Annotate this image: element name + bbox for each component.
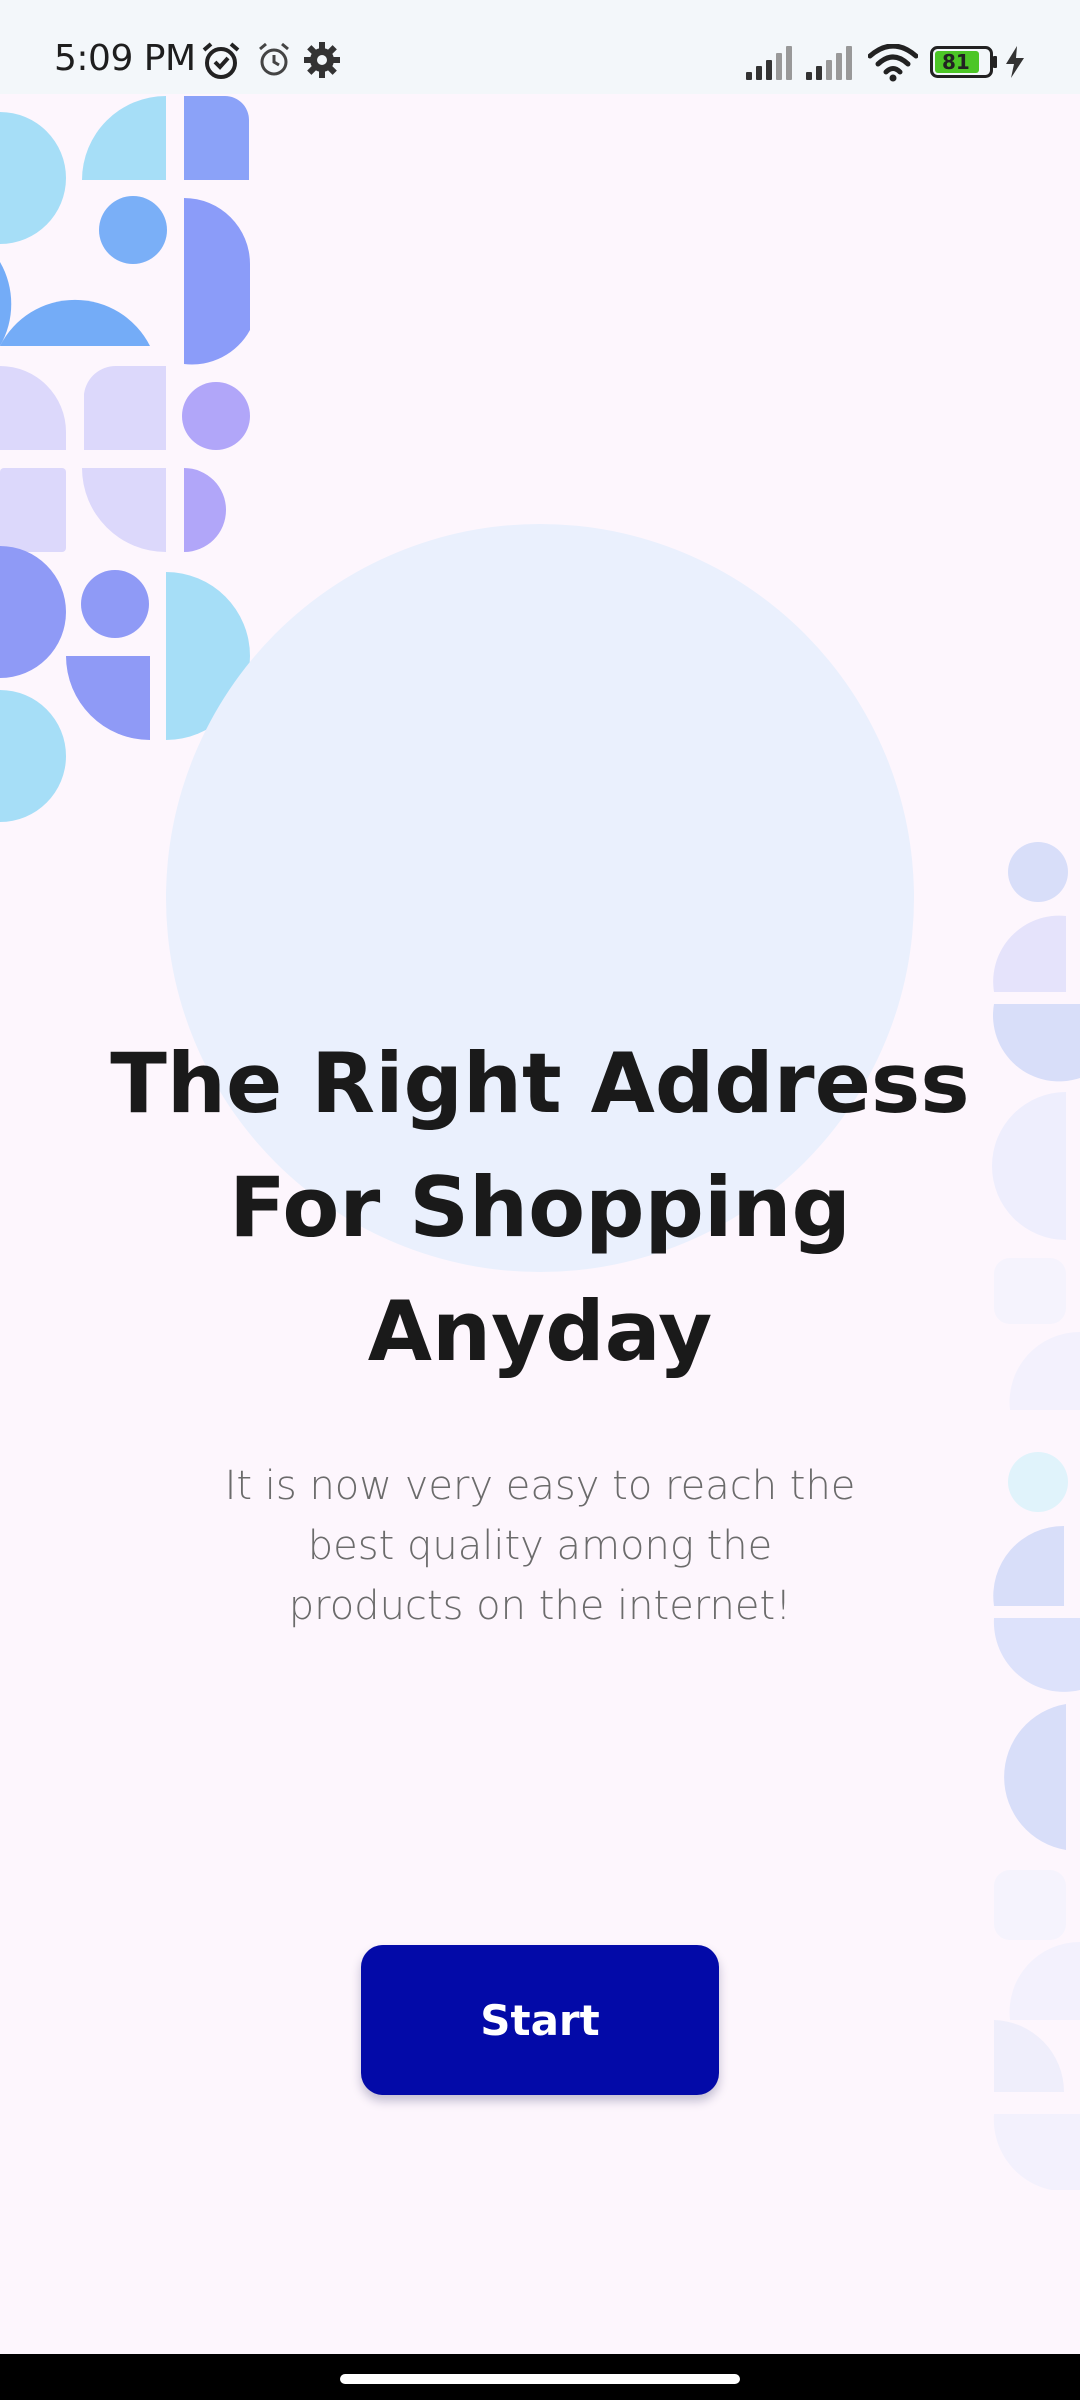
signal-icon — [806, 46, 852, 80]
headline-line-1: The Right Address — [110, 1035, 970, 1132]
alarm-icon — [259, 42, 289, 76]
wifi-icon — [868, 44, 918, 82]
headline-line-3: Anyday — [367, 1283, 713, 1380]
subtitle: It is now very easy to reach the best qu… — [190, 1456, 890, 1636]
signal-icon — [746, 46, 792, 80]
home-indicator[interactable] — [340, 2374, 740, 2384]
navigation-bar — [0, 2354, 1080, 2400]
start-button[interactable]: Start — [361, 1945, 719, 2095]
status-bar: 5:09 PM 81 — [0, 0, 1080, 94]
settings-icon — [304, 42, 340, 78]
subtitle-line-2: best quality among the — [307, 1523, 773, 1569]
status-time: 5:09 PM — [54, 38, 196, 79]
battery-icon: 81 — [930, 46, 997, 78]
headline: The Right Address For Shopping Anyday — [40, 1022, 1040, 1394]
headline-line-2: For Shopping — [229, 1159, 851, 1256]
subtitle-line-3: products on the internet! — [288, 1583, 792, 1629]
subtitle-line-1: It is now very easy to reach the — [224, 1463, 856, 1509]
charging-icon — [1006, 46, 1024, 78]
alarm-active-icon — [202, 42, 240, 79]
battery-level: 81 — [942, 50, 970, 74]
